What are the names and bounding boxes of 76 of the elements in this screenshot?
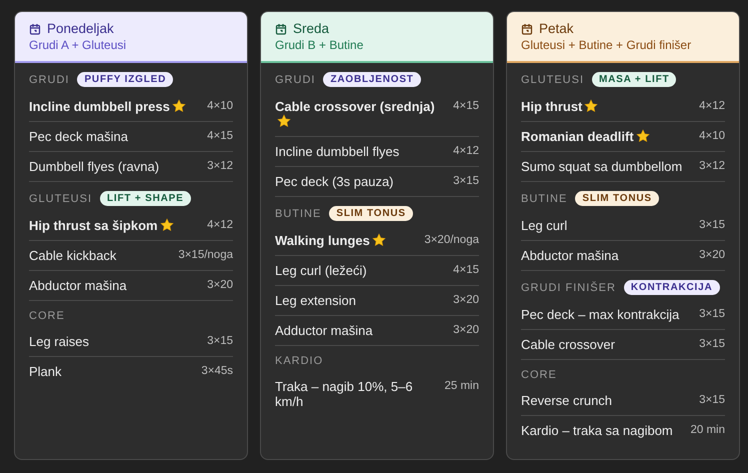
sets-reps: 3×20 <box>453 323 479 337</box>
section-label: GLUTEUSI <box>521 74 584 86</box>
sets-reps: 3×20 <box>453 293 479 307</box>
day-subtitle: Gluteusi + Butine + Grudi finišer <box>521 38 692 52</box>
exercise-name: Dumbbell flyes (ravna) <box>29 159 160 174</box>
sets-reps: 3×12 <box>699 159 725 173</box>
day-title: Petak <box>539 21 574 36</box>
exercise-name: Leg curl <box>521 218 568 233</box>
section-label: GRUDI <box>29 74 70 86</box>
exercise-name: Reverse crunch <box>521 393 612 408</box>
calendar-icon <box>29 22 41 34</box>
sets-reps: 4×10 <box>207 99 233 113</box>
day-title: Ponedeljak <box>47 21 114 36</box>
sets-reps: 25 min <box>444 379 479 393</box>
exercise-name: Walking lunges <box>275 233 386 248</box>
day-subtitle: Grudi A + Gluteusi <box>29 38 128 52</box>
sets-reps: 20 min <box>690 423 725 437</box>
exercise-name: Kardio – traka sa nagibom <box>521 423 673 438</box>
exercise-name: Adductor mašina <box>275 323 373 338</box>
exercise-name: Incline dumbbell flyes <box>275 144 400 159</box>
sets-reps: 3×20 <box>207 278 233 292</box>
section-label: BUTINE <box>275 208 322 220</box>
section-tag: LIFT + SHAPE <box>100 191 191 206</box>
sets-reps: 3×15 <box>699 218 725 232</box>
exercise-name: Abductor mašina <box>521 248 619 263</box>
exercise-name: Pec deck mašina <box>29 129 128 144</box>
exercise-name: Romanian deadlift <box>521 129 650 144</box>
section-label: CORE <box>29 310 65 322</box>
calendar-icon <box>275 22 287 34</box>
sets-reps: 4×12 <box>207 218 233 232</box>
section-tag: PUFFY IZGLED <box>77 72 174 87</box>
sets-reps: 4×15 <box>453 263 479 277</box>
exercise-name: Leg extension <box>275 293 356 308</box>
exercise-name: Cable kickback <box>29 248 116 263</box>
sets-reps: 3×15 <box>453 174 479 188</box>
exercise-name: Traka – nagib 10%, 5–6 km/h <box>275 379 414 409</box>
section-label: KARDIO <box>275 355 324 367</box>
exercise-name: Abductor mašina <box>29 278 127 293</box>
sets-reps: 3×20/noga <box>424 233 479 247</box>
section-tag: ZAOBLJENOST <box>323 72 421 87</box>
section-tag: SLIM TONUS <box>575 191 659 206</box>
exercise-name: Hip thrust <box>521 99 598 114</box>
sets-reps: 4×15 <box>207 129 233 143</box>
exercise-name: Pec deck – max kontrakcija <box>521 307 680 322</box>
sets-reps: 4×15 <box>453 99 479 113</box>
exercise-name: Leg raises <box>29 334 89 349</box>
section-tag: KONTRAKCIJA <box>624 280 720 295</box>
sets-reps: 4×10 <box>699 129 725 143</box>
exercise-name: Sumo squat sa dumbbellom <box>521 159 682 174</box>
exercise-name: Pec deck (3s pauza) <box>275 174 394 189</box>
exercise-name: Leg curl (ležeći) <box>275 263 367 278</box>
sets-reps: 3×15 <box>699 307 725 321</box>
sets-reps: 3×15 <box>207 334 233 348</box>
sets-reps: 3×12 <box>207 159 233 173</box>
section-tag: SLIM TONUS <box>329 206 413 221</box>
sets-reps: 3×45s <box>201 364 233 378</box>
exercise-name: Hip thrust sa šipkom <box>29 218 174 233</box>
section-label: GRUDI <box>275 74 316 86</box>
exercise-name: Cable crossover <box>521 337 615 352</box>
section-label: CORE <box>521 369 557 381</box>
sets-reps: 4×12 <box>699 99 725 113</box>
exercise-name: Plank <box>29 364 62 379</box>
sets-reps: 3×20 <box>699 248 725 262</box>
day-title: Sreda <box>293 21 330 36</box>
exercise-name: Incline dumbbell press <box>29 99 186 114</box>
section-tag: MASA + LIFT <box>592 72 676 87</box>
section-label: BUTINE <box>521 192 568 204</box>
exercise-name: Cable crossover (srednja) <box>275 99 448 129</box>
sets-reps: 3×15/noga <box>178 248 233 262</box>
sets-reps: 3×15 <box>699 337 725 351</box>
calendar-icon <box>521 22 533 34</box>
sets-reps: 3×15 <box>699 393 725 407</box>
sets-reps: 4×12 <box>453 144 479 158</box>
section-label: GLUTEUSI <box>29 192 92 204</box>
section-label: GRUDI FINIŠER <box>521 282 616 294</box>
day-subtitle: Grudi B + Butine <box>275 38 364 52</box>
